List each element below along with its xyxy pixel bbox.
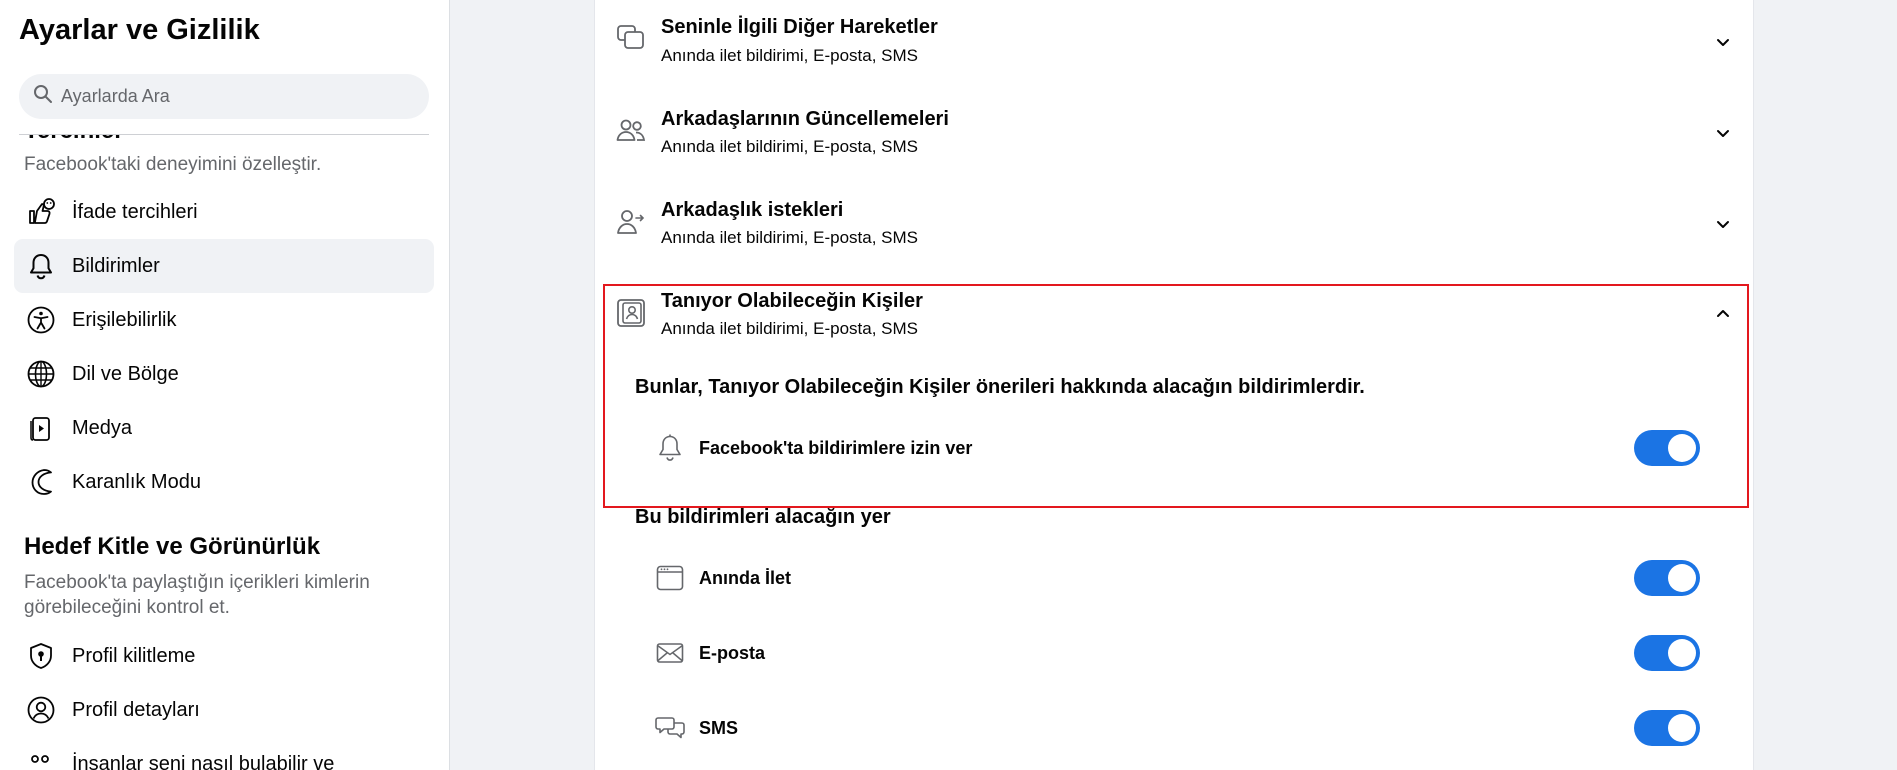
category-title: Tanıyor Olabileceğin Kişiler (661, 290, 923, 312)
category-channels: Anında ilet bildirimi, E-posta, SMS (661, 46, 918, 65)
channel-label: Anında İlet (699, 567, 792, 588)
settings-search[interactable] (19, 74, 429, 119)
bell-icon (24, 249, 58, 283)
category-title: Seninle İlgili Diğer Hareketler (661, 16, 938, 38)
chevron-down-icon[interactable] (1715, 125, 1735, 145)
notification-category-row-expanded[interactable]: Tanıyor Olabileceğin Kişiler Anında ilet… (595, 273, 1755, 361)
accessibility-icon (24, 303, 58, 337)
friend-request-icon (615, 206, 649, 240)
notification-category-row[interactable]: Seninle İlgili Diğer Hareketler Anında i… (595, 0, 1755, 88)
channel-toggle-email[interactable] (1634, 635, 1700, 671)
toggle-knob (1668, 434, 1696, 462)
sidebar-scroll-area[interactable]: Tercihler Facebook'taki deneyimini özell… (0, 135, 449, 770)
category-channels: Anında ilet bildirimi, E-posta, SMS (661, 228, 918, 247)
sidebar-item-label: İfade tercihleri (72, 200, 198, 223)
sidebar-item-how-people-find-you[interactable]: İnsanlar seni nasıl bulabilir ve (14, 737, 434, 770)
sidebar-item-label: Karanlık Modu (72, 470, 201, 493)
section-heading-audience: Hedef Kitle ve Görünürlük (24, 533, 321, 560)
category-title: Arkadaşlarının Güncellemeleri (661, 108, 949, 130)
sidebar-item-label: Bildirimler (72, 254, 160, 277)
channel-row-email[interactable]: E-posta (655, 633, 1700, 673)
section-desc-preferences: Facebook'taki deneyimini özelleştir. (24, 154, 322, 175)
bell-outline-icon (655, 433, 685, 463)
sms-icon (655, 713, 685, 743)
toggle-knob (1668, 639, 1696, 667)
people-search-icon (24, 747, 58, 770)
contact-card-icon (615, 297, 649, 331)
friends-icon (615, 115, 649, 149)
sidebar-item-reaction-preferences[interactable]: İfade tercihleri (14, 185, 434, 239)
sidebar-item-media[interactable]: Medya (14, 401, 434, 455)
allow-notifications-toggle[interactable] (1634, 430, 1700, 466)
moon-icon (24, 465, 58, 499)
browser-window-icon (655, 563, 685, 593)
profile-icon (24, 693, 58, 727)
toggle-knob (1668, 564, 1696, 592)
sidebar-item-profile-details[interactable]: Profil detayları (14, 683, 434, 737)
category-explanation: Bunlar, Tanıyor Olabileceğin Kişiler öne… (635, 376, 1365, 398)
sidebar-item-label: İnsanlar seni nasıl bulabilir ve (72, 752, 335, 770)
sidebar-item-accessibility[interactable]: Erişilebilirlik (14, 293, 434, 347)
category-title: Arkadaşlık istekleri (661, 199, 844, 221)
sidebar-title: Ayarlar ve Gizlilik (19, 14, 260, 46)
sidebar-item-label: Medya (72, 416, 133, 439)
channel-toggle-sms[interactable] (1634, 710, 1700, 746)
category-channels: Anında ilet bildirimi, E-posta, SMS (661, 137, 918, 156)
sidebar-item-notifications[interactable]: Bildirimler (14, 239, 434, 293)
sidebar-item-label: Profil detayları (72, 698, 200, 721)
channel-row-push[interactable]: Anında İlet (655, 558, 1700, 598)
search-input[interactable] (61, 86, 421, 107)
allow-notifications-row[interactable]: Facebook'ta bildirimlere izin ver (655, 428, 1700, 468)
channel-row-sms[interactable]: SMS (655, 708, 1700, 748)
chevron-down-icon[interactable] (1715, 34, 1735, 54)
chevron-down-icon[interactable] (1715, 216, 1735, 236)
notification-category-row[interactable]: Arkadaşlık istekleri Anında ilet bildiri… (595, 182, 1755, 270)
channel-label: SMS (699, 717, 739, 738)
channel-label: E-posta (699, 642, 766, 663)
sidebar-item-profile-locking[interactable]: Profil kilitleme (14, 629, 434, 683)
media-icon (24, 411, 58, 445)
globe-icon (24, 357, 58, 391)
channel-toggle-push[interactable] (1634, 560, 1700, 596)
notification-category-row[interactable]: Arkadaşlarının Güncellemeleri Anında ile… (595, 91, 1755, 179)
envelope-icon (655, 638, 685, 668)
settings-sidebar: Ayarlar ve Gizlilik Tercihler Facebook't… (0, 0, 450, 770)
toggle-knob (1668, 714, 1696, 742)
chat-bubbles-icon (615, 22, 649, 56)
channels-heading: Bu bildirimleri alacağın yer (635, 506, 891, 528)
shield-lock-icon (24, 639, 58, 673)
allow-notifications-label: Facebook'ta bildirimlere izin ver (699, 437, 973, 458)
chevron-up-icon[interactable] (1715, 306, 1735, 326)
sidebar-item-label: Profil kilitleme (72, 644, 196, 667)
section-desc-audience: Facebook'ta paylaştığın içerikleri kimle… (24, 572, 370, 618)
category-channels: Anında ilet bildirimi, E-posta, SMS (661, 319, 918, 338)
search-icon (33, 84, 53, 109)
reactions-icon (24, 195, 58, 229)
sidebar-item-label: Erişilebilirlik (72, 308, 177, 331)
section-heading-preferences: Tercihler (24, 135, 124, 145)
sidebar-item-label: Dil ve Bölge (72, 362, 179, 385)
sidebar-item-language-region[interactable]: Dil ve Bölge (14, 347, 434, 401)
sidebar-item-dark-mode[interactable]: Karanlık Modu (14, 455, 434, 509)
